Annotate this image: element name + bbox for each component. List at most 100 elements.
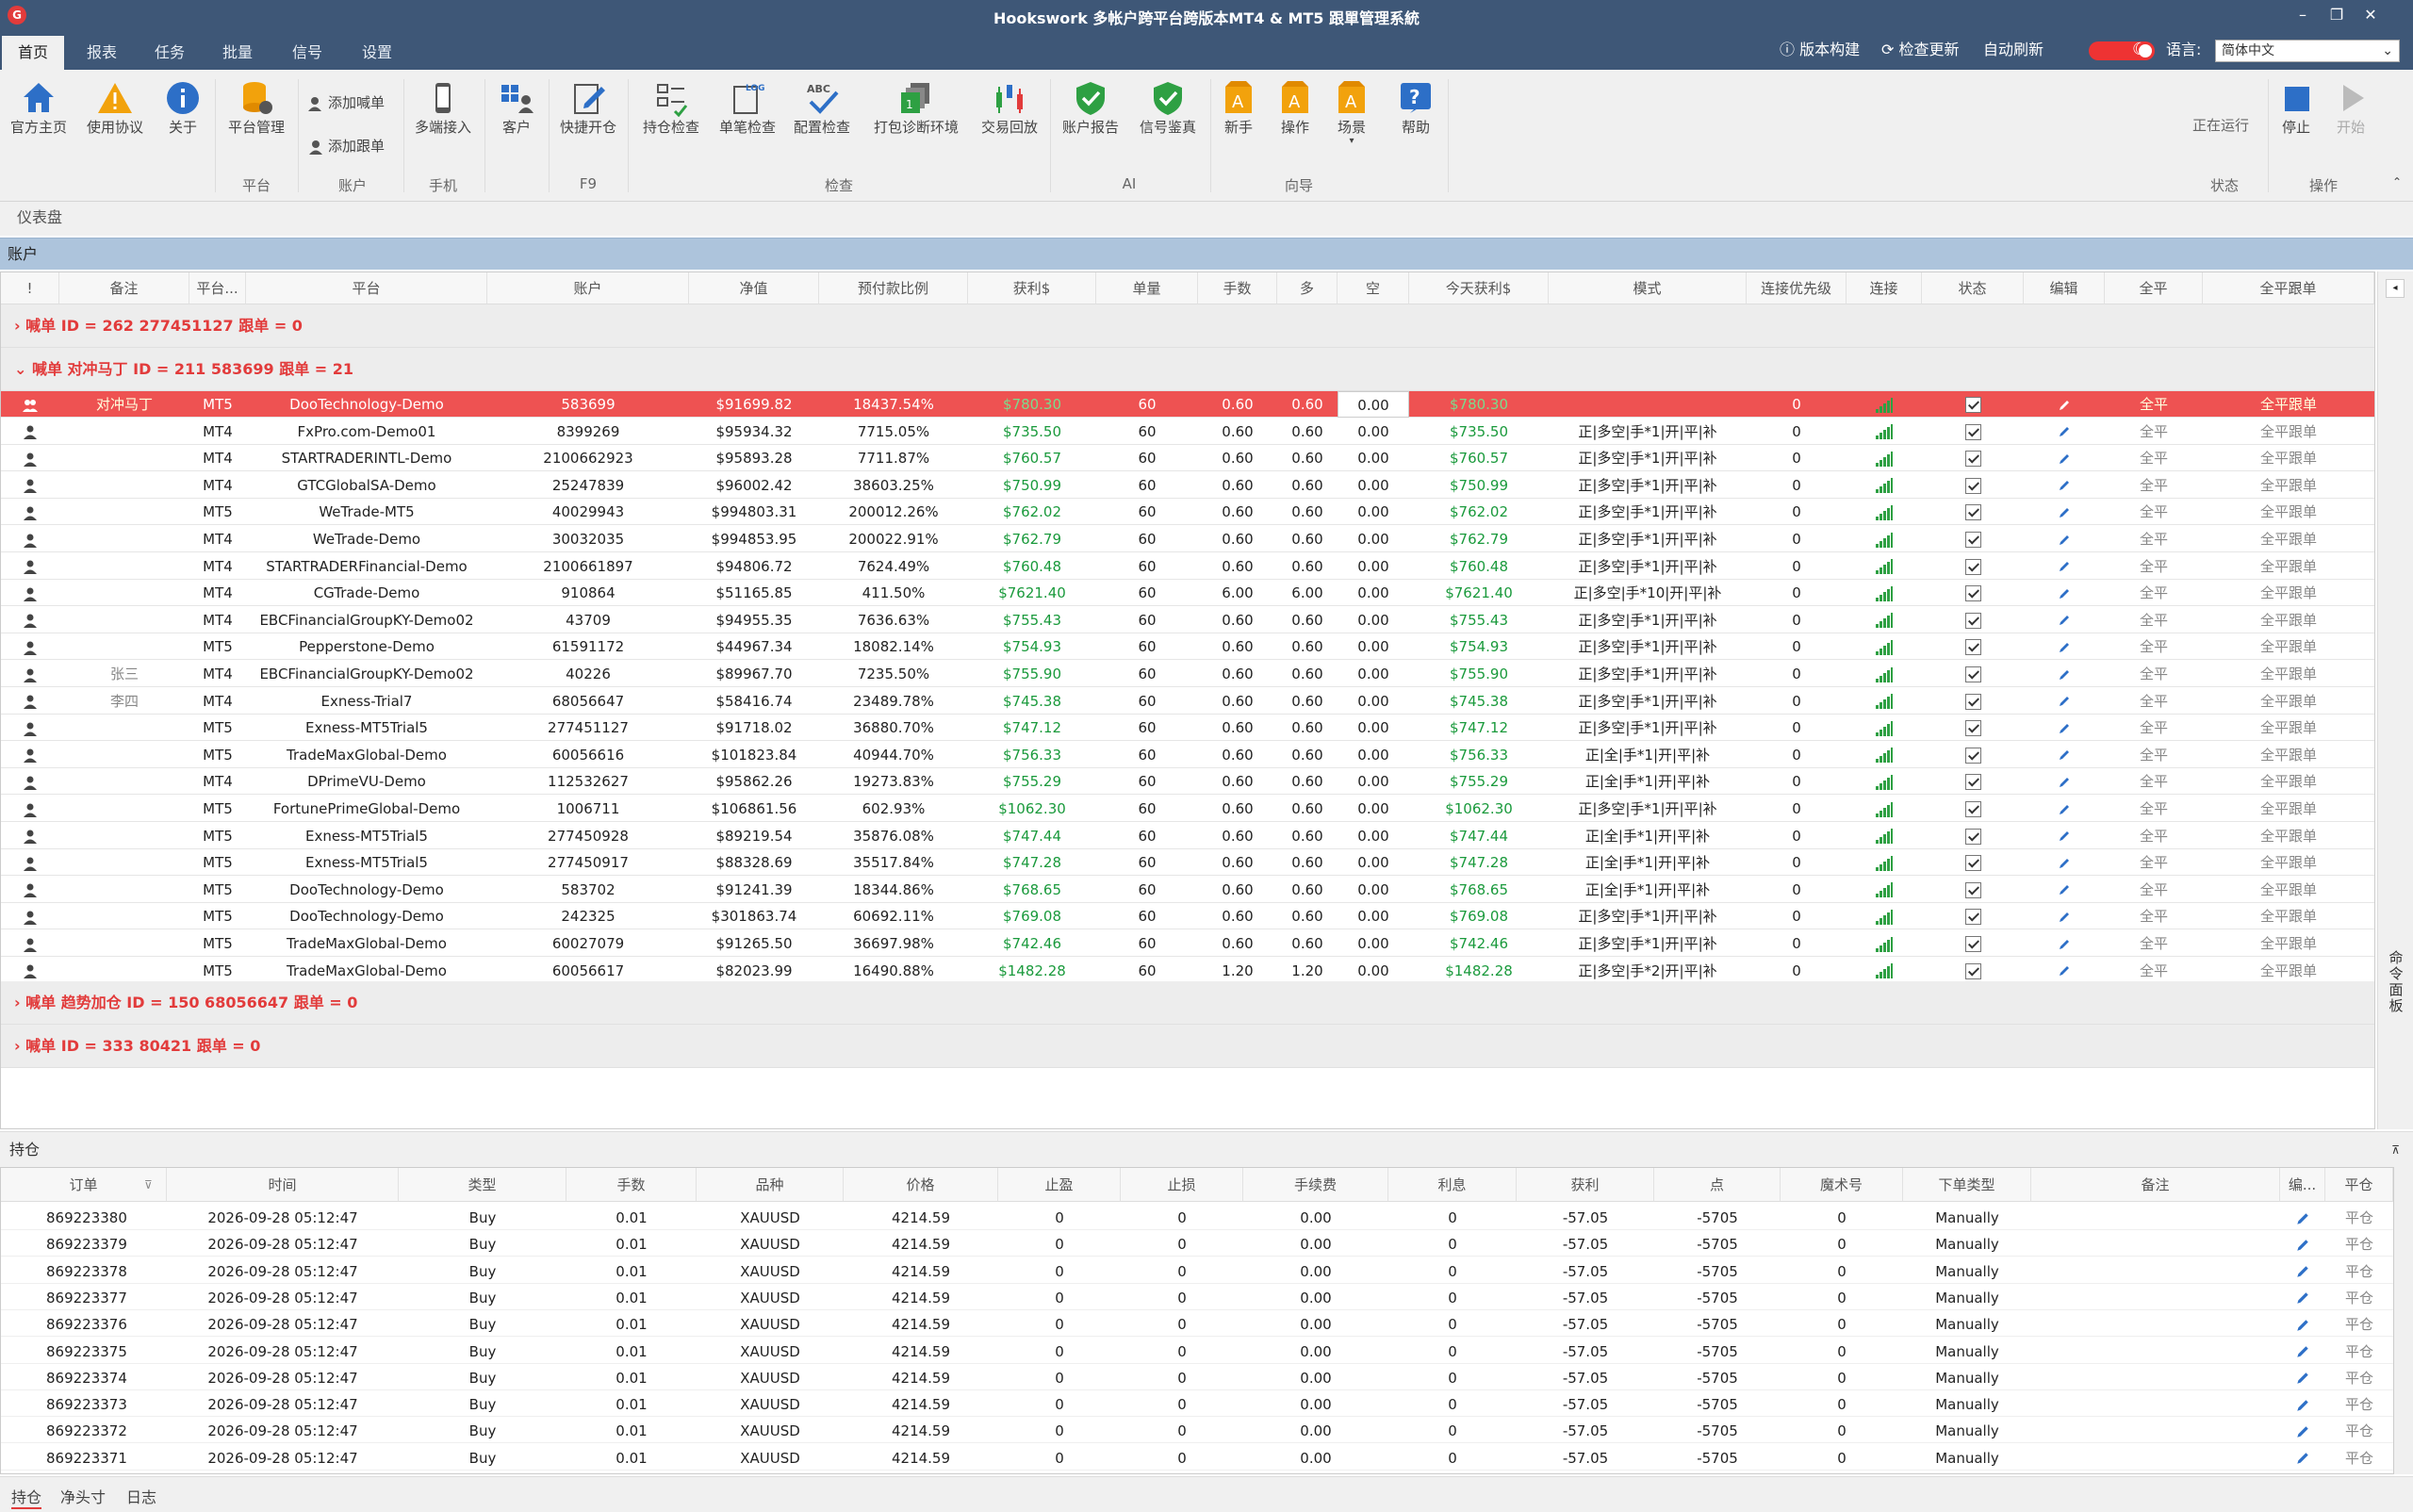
column-header[interactable]: 平台... (189, 272, 246, 304)
close-all-button[interactable]: 全平 (2105, 633, 2203, 660)
position-row[interactable]: 869223377 2026-09-28 05:12:47 Buy 0.01 XAUUS… (1, 1284, 2393, 1310)
column-header[interactable]: 平台 (246, 272, 487, 304)
order-check-button[interactable]: LOG 单笔检查 (713, 79, 782, 137)
position-row[interactable]: 869223379 2026-09-28 05:12:47 Buy 0.01 XAUUS… (1, 1230, 2393, 1257)
home-button[interactable]: 官方主页 (4, 79, 74, 137)
column-header[interactable]: 模式 (1549, 272, 1747, 304)
positions-column-header[interactable]: 价格 (844, 1168, 998, 1202)
pencil-icon[interactable] (2024, 823, 2105, 849)
status-checkbox[interactable] (1922, 958, 2024, 984)
trade-replay-button[interactable]: 交易回放 (973, 79, 1046, 137)
status-checkbox[interactable] (1922, 849, 2024, 876)
pencil-icon[interactable] (2280, 1204, 2325, 1230)
status-checkbox[interactable] (1922, 823, 2024, 849)
close-position-button[interactable]: 平仓 (2325, 1338, 2393, 1364)
positions-column-header[interactable]: 备注 (2031, 1168, 2280, 1202)
close-all-follow-button[interactable]: 全平跟单 (2203, 445, 2374, 471)
positions-column-header[interactable]: 点 (1654, 1168, 1781, 1202)
help-button[interactable]: ? 帮助 (1387, 79, 1444, 137)
pencil-icon[interactable] (2024, 661, 2105, 687)
column-header[interactable]: 单量 (1096, 272, 1198, 304)
close-all-button[interactable]: 全平 (2105, 823, 2203, 849)
pencil-icon[interactable] (2024, 930, 2105, 957)
close-all-button[interactable]: 全平 (2105, 526, 2203, 552)
column-header[interactable]: 连接优先级 (1747, 272, 1847, 304)
close-all-follow-button[interactable]: 全平跟单 (2203, 877, 2374, 903)
close-all-follow-button[interactable]: 全平跟单 (2203, 553, 2374, 580)
positions-column-header[interactable]: 魔术号 (1781, 1168, 1903, 1202)
tab-log[interactable]: 日志 (126, 1485, 156, 1507)
account-row[interactable]: MT4 STARTRADERINTL-Demo 2100662923 $95893.2… (1, 445, 2374, 472)
status-checkbox[interactable] (1922, 796, 2024, 822)
close-all-button[interactable]: 全平 (2105, 607, 2203, 633)
positions-column-header[interactable]: 时间 (167, 1168, 399, 1202)
positions-column-header[interactable]: 获利 (1517, 1168, 1654, 1202)
maximize-button[interactable]: ❐ (2323, 4, 2351, 26)
pencil-icon[interactable] (2280, 1284, 2325, 1310)
close-all-follow-button[interactable]: 全平跟单 (2203, 607, 2374, 633)
account-row[interactable]: MT4 STARTRADERFinancial-Demo 2100661897 $94… (1, 553, 2374, 580)
status-checkbox[interactable] (1922, 715, 2024, 741)
status-checkbox[interactable] (1922, 877, 2024, 903)
add-follower-button[interactable]: 添加跟单 (307, 136, 385, 156)
positions-column-header[interactable]: 类型 (399, 1168, 566, 1202)
tab-batch[interactable]: 批量 (209, 36, 266, 70)
start-button[interactable]: 开始 (2326, 79, 2375, 137)
close-all-button[interactable]: 全平 (2105, 796, 2203, 822)
close-all-follow-button[interactable]: 全平跟单 (2203, 633, 2374, 660)
close-all-follow-button[interactable]: 全平跟单 (2203, 526, 2374, 552)
version-build-button[interactable]: ⓘ 版本构建 (1780, 38, 1860, 62)
column-header[interactable]: 手数 (1198, 272, 1277, 304)
signal-eval-button[interactable]: 信号鉴真 (1131, 79, 1205, 137)
pencil-icon[interactable] (2280, 1444, 2325, 1471)
account-row[interactable]: MT5 Exness-MT5Trial5 277450917 $88328.69 355… (1, 849, 2374, 877)
close-all-follow-button[interactable]: 全平跟单 (2203, 823, 2374, 849)
column-header[interactable]: 净值 (689, 272, 819, 304)
close-all-button[interactable]: 全平 (2105, 553, 2203, 580)
close-position-button[interactable]: 平仓 (2325, 1230, 2393, 1257)
close-all-follow-button[interactable]: 全平跟单 (2203, 661, 2374, 687)
status-checkbox[interactable] (1922, 607, 2024, 633)
stop-button[interactable]: 停止 (2272, 79, 2321, 137)
pencil-icon[interactable] (2280, 1417, 2325, 1443)
column-header[interactable]: ! (1, 272, 59, 304)
column-header[interactable]: 全平跟单 (2203, 272, 2374, 304)
customer-button[interactable]: 客户 (488, 79, 545, 137)
close-all-button[interactable]: 全平 (2105, 903, 2203, 929)
close-all-follow-button[interactable]: 全平跟单 (2203, 391, 2374, 418)
operation-guide-button[interactable]: A 操作 (1271, 79, 1320, 137)
account-row[interactable]: MT5 WeTrade-MT5 40029943 $994803.31 200012.2… (1, 499, 2374, 526)
agreement-button[interactable]: 使用协议 (79, 79, 151, 137)
close-all-follow-button[interactable]: 全平跟单 (2203, 688, 2374, 715)
close-all-button[interactable]: 全平 (2105, 688, 2203, 715)
minimize-button[interactable]: – (2289, 4, 2317, 26)
tab-net-position[interactable]: 净头寸 (60, 1485, 106, 1507)
pencil-icon[interactable] (2024, 553, 2105, 580)
check-update-button[interactable]: ⟳ 检查更新 (1881, 38, 1960, 62)
chevron-left-icon[interactable]: ◂ (2386, 279, 2405, 298)
pencil-icon[interactable] (2024, 877, 2105, 903)
collapse-ribbon-icon[interactable]: ⌃ (2392, 175, 2402, 189)
close-all-button[interactable]: 全平 (2105, 877, 2203, 903)
pencil-icon[interactable] (2024, 849, 2105, 876)
column-header[interactable]: 连接 (1847, 272, 1922, 304)
pin-icon[interactable]: ⊼ (2391, 1132, 2400, 1168)
tab-signals[interactable]: 信号 (279, 36, 336, 70)
account-row[interactable]: MT5 DooTechnology-Demo 583702 $91241.39 1834… (1, 877, 2374, 903)
close-all-follow-button[interactable]: 全平跟单 (2203, 742, 2374, 768)
positions-column-header[interactable]: 止盈 (998, 1168, 1121, 1202)
close-all-button[interactable]: 全平 (2105, 419, 2203, 445)
pencil-icon[interactable] (2024, 499, 2105, 525)
pencil-icon[interactable] (2024, 607, 2105, 633)
close-all-button[interactable]: 全平 (2105, 472, 2203, 499)
language-select[interactable]: 简体中文 ⌄ (2215, 40, 2400, 62)
column-header[interactable]: 多 (1277, 272, 1338, 304)
pencil-icon[interactable] (2280, 1390, 2325, 1417)
close-position-button[interactable]: 平仓 (2325, 1284, 2393, 1310)
account-row[interactable]: MT5 Exness-MT5Trial5 277450928 $89219.54 358… (1, 823, 2374, 849)
positions-column-header[interactable]: 编... (2280, 1168, 2325, 1202)
pencil-icon[interactable] (2280, 1310, 2325, 1337)
positions-column-header[interactable]: 平仓 (2325, 1168, 2393, 1202)
close-all-button[interactable]: 全平 (2105, 391, 2203, 418)
close-all-follow-button[interactable]: 全平跟单 (2203, 849, 2374, 876)
